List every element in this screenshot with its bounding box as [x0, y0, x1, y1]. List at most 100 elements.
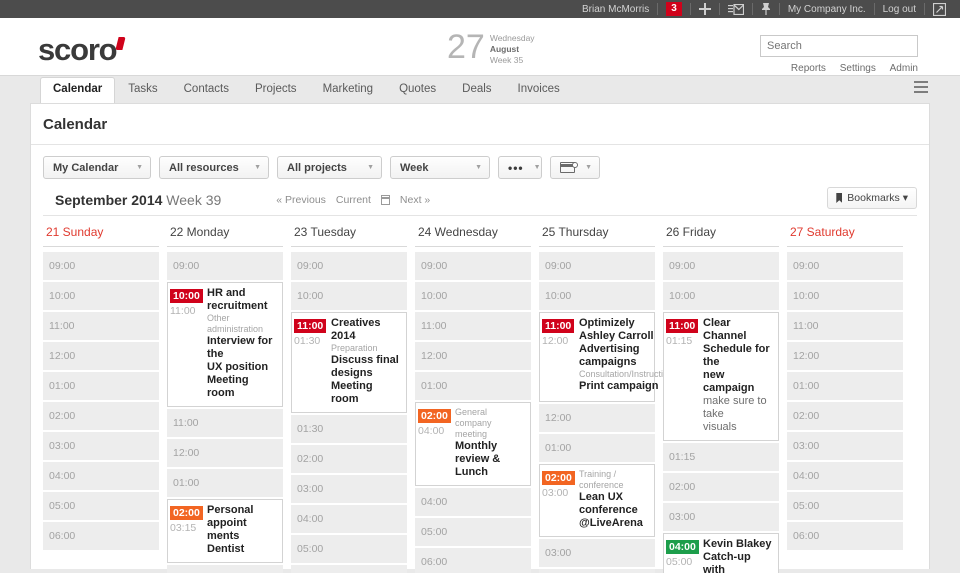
time-slot[interactable]: 06:00 — [291, 565, 407, 573]
projects-filter-dropdown[interactable]: All projects ▼ — [277, 156, 382, 179]
time-slot[interactable]: 11:00 — [787, 312, 903, 340]
time-slot[interactable]: 04:00 — [415, 488, 531, 516]
time-slot[interactable]: 01:00 — [415, 372, 531, 400]
time-slot[interactable]: 12:00 — [415, 342, 531, 370]
time-slot[interactable]: 01:00 — [43, 372, 159, 400]
time-slot[interactable]: 05:00 — [291, 535, 407, 563]
tab-marketing[interactable]: Marketing — [310, 77, 387, 103]
time-slot[interactable]: 03:00 — [663, 503, 779, 531]
tab-contacts[interactable]: Contacts — [171, 77, 242, 103]
time-slot[interactable]: 05:00 — [415, 518, 531, 546]
tab-quotes[interactable]: Quotes — [386, 77, 449, 103]
tab-invoices[interactable]: Invoices — [505, 77, 573, 103]
company-name[interactable]: My Company Inc. — [780, 0, 874, 18]
time-slot[interactable]: 01:00 — [167, 469, 283, 497]
time-slot[interactable]: 12:00 — [43, 342, 159, 370]
time-slot[interactable]: 03:15 — [167, 565, 283, 573]
time-slot[interactable]: 09:00 — [415, 252, 531, 280]
settings-link[interactable]: Settings — [840, 63, 876, 74]
tab-deals[interactable]: Deals — [449, 77, 504, 103]
app-logo[interactable]: scoro — [38, 32, 124, 68]
calendar-filter-dropdown[interactable]: My Calendar ▼ — [43, 156, 151, 179]
time-slot[interactable]: 02:00 — [663, 473, 779, 501]
time-slot[interactable]: 03:00 — [787, 432, 903, 460]
more-options-dropdown[interactable]: ••• ▼ — [498, 156, 542, 179]
time-slot[interactable]: 10:00 — [291, 282, 407, 310]
calendar-event[interactable]: 11:0001:30Creatives 2014PreparationDiscu… — [291, 312, 407, 413]
admin-link[interactable]: Admin — [890, 63, 918, 74]
resources-filter-dropdown[interactable]: All resources ▼ — [159, 156, 269, 179]
event-end-time: 01:30 — [294, 334, 328, 347]
event-text-line: make sure to take — [703, 395, 773, 421]
pinned-button[interactable] — [753, 0, 779, 18]
fullscreen-button[interactable] — [925, 0, 954, 18]
time-slot[interactable]: 10:00 — [43, 282, 159, 310]
more-options-icon: ••• — [508, 161, 524, 175]
bookmarks-dropdown[interactable]: Bookmarks ▾ — [827, 187, 917, 209]
time-slot[interactable]: 01:00 — [787, 372, 903, 400]
tab-calendar[interactable]: Calendar — [40, 77, 115, 103]
date-picker-icon[interactable] — [381, 195, 390, 205]
time-slot[interactable]: 09:00 — [539, 252, 655, 280]
calendar-event[interactable]: 02:0003:00Training / conferenceLean UXco… — [539, 464, 655, 537]
time-slot[interactable]: 12:00 — [787, 342, 903, 370]
event-text-line: conference — [579, 504, 649, 517]
time-slot[interactable]: 10:00 — [415, 282, 531, 310]
time-slot[interactable]: 04:00 — [43, 462, 159, 490]
time-slot[interactable]: 03:00 — [539, 539, 655, 567]
tab-tasks[interactable]: Tasks — [115, 77, 170, 103]
reports-link[interactable]: Reports — [791, 63, 826, 74]
calendar-event[interactable]: 11:0012:00OptimizelyAshley CarrollAdvert… — [539, 312, 655, 402]
current-user-name[interactable]: Brian McMorris — [574, 0, 657, 18]
time-slot[interactable]: 01:30 — [291, 415, 407, 443]
time-slot[interactable]: 05:00 — [43, 492, 159, 520]
calendar-event[interactable]: 04:0005:00Kevin BlakeyCatch-up withKevin — [663, 533, 779, 573]
time-slot[interactable]: 09:00 — [291, 252, 407, 280]
messages-button[interactable] — [720, 0, 752, 18]
calendar-event[interactable]: 02:0004:00General companymeetingMonthly … — [415, 402, 531, 486]
add-new-button[interactable] — [691, 0, 719, 18]
time-slot[interactable]: 02:00 — [291, 445, 407, 473]
next-period-button[interactable]: Next » — [400, 194, 430, 206]
notification-badge[interactable]: 3 — [658, 0, 690, 18]
time-slot[interactable]: 11:00 — [43, 312, 159, 340]
time-slot[interactable]: 09:00 — [787, 252, 903, 280]
current-period-button[interactable]: Current — [336, 194, 371, 206]
time-slot[interactable]: 03:00 — [291, 475, 407, 503]
time-slot[interactable]: 06:00 — [787, 522, 903, 550]
time-slot[interactable]: 09:00 — [167, 252, 283, 280]
calendar-event[interactable]: 02:0003:15Personal appointmentsDentist — [167, 499, 283, 563]
calendar-settings-dropdown[interactable]: ▼ — [550, 156, 600, 179]
time-slot[interactable]: 02:00 — [43, 402, 159, 430]
logout-link[interactable]: Log out — [875, 0, 924, 18]
time-slot[interactable]: 09:00 — [663, 252, 779, 280]
pin-icon — [761, 3, 771, 16]
time-slot[interactable]: 04:00 — [291, 505, 407, 533]
time-slot[interactable]: 06:00 — [415, 548, 531, 573]
time-slot[interactable]: 06:00 — [43, 522, 159, 550]
calendar-event[interactable]: 11:0001:15Clear ChannelSchedule for then… — [663, 312, 779, 441]
event-text-line: Discuss final — [331, 354, 401, 367]
time-slot[interactable]: 02:00 — [787, 402, 903, 430]
menu-toggle-button[interactable] — [914, 81, 928, 96]
time-slot[interactable]: 10:00 — [663, 282, 779, 310]
view-period-dropdown[interactable]: Week ▼ — [390, 156, 490, 179]
time-slot[interactable]: 11:00 — [167, 409, 283, 437]
time-slot[interactable]: 12:00 — [167, 439, 283, 467]
time-slot[interactable]: 01:00 — [539, 434, 655, 462]
time-slot[interactable]: 12:00 — [539, 404, 655, 432]
logo-text: scoro — [38, 32, 116, 67]
time-slot[interactable]: 10:00 — [787, 282, 903, 310]
search-input[interactable] — [760, 35, 918, 57]
tab-projects[interactable]: Projects — [242, 77, 310, 103]
time-slot[interactable]: 04:00 — [787, 462, 903, 490]
time-slot[interactable]: 10:00 — [539, 282, 655, 310]
time-slot[interactable]: 11:00 — [415, 312, 531, 340]
time-slot[interactable]: 05:00 — [787, 492, 903, 520]
time-slot[interactable]: 03:00 — [43, 432, 159, 460]
calendar-event[interactable]: 10:0011:00HR andrecruitmentOther adminis… — [167, 282, 283, 407]
time-slot[interactable]: 04:00 — [539, 569, 655, 573]
previous-period-button[interactable]: « Previous — [276, 194, 326, 206]
time-slot[interactable]: 09:00 — [43, 252, 159, 280]
time-slot[interactable]: 01:15 — [663, 443, 779, 471]
